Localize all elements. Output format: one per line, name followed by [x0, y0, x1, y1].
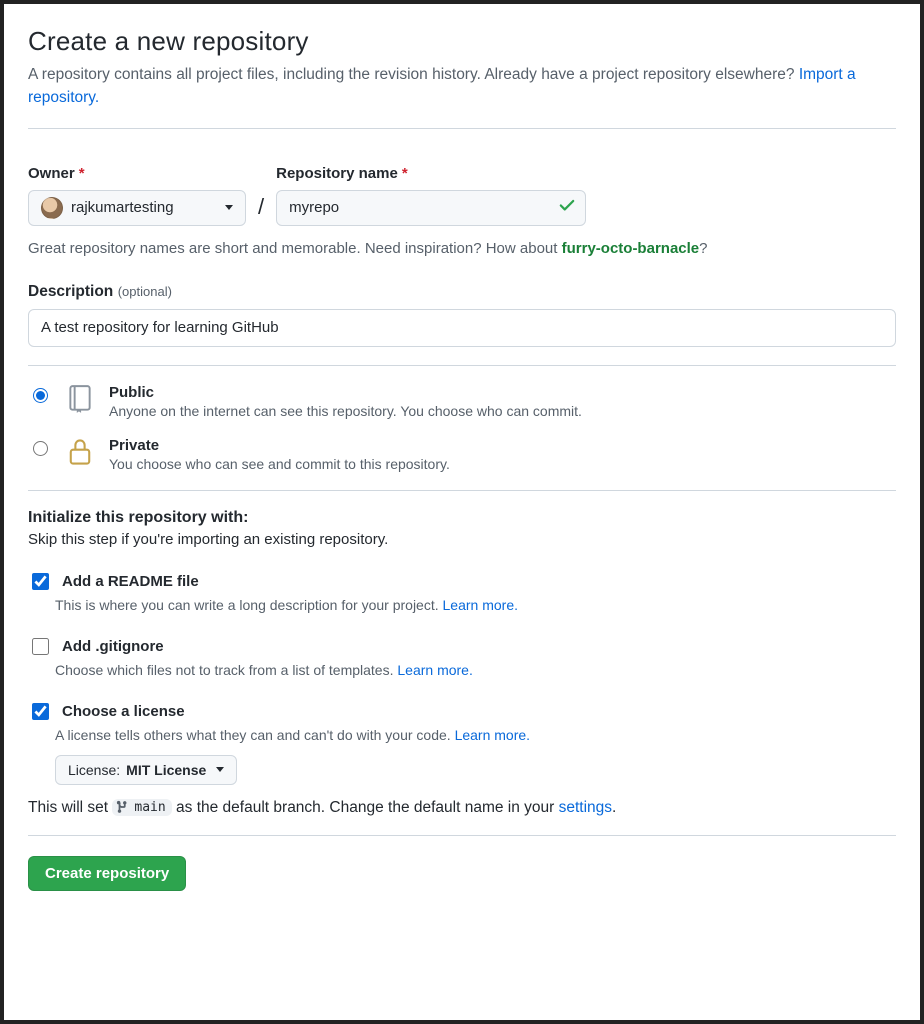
visibility-private-desc: You choose who can see and commit to thi…: [109, 456, 450, 472]
gitignore-learn-more-link[interactable]: Learn more.: [397, 662, 472, 678]
page-title: Create a new repository: [28, 26, 896, 57]
owner-value: rajkumartesting: [71, 199, 174, 216]
chevron-down-icon: [216, 767, 224, 772]
page-subtitle: A repository contains all project files,…: [28, 63, 896, 110]
chevron-down-icon: [225, 205, 233, 210]
slash-separator: /: [256, 194, 266, 226]
create-repository-button[interactable]: Create repository: [28, 856, 186, 891]
required-asterisk: *: [402, 165, 408, 182]
visibility-public-radio[interactable]: [33, 388, 48, 403]
divider: [28, 128, 896, 129]
add-gitignore-checkbox[interactable]: [32, 638, 49, 655]
description-label: Description (optional): [28, 283, 896, 301]
name-suggestion[interactable]: furry-octo-barnacle: [562, 240, 700, 257]
owner-select[interactable]: rajkumartesting: [28, 190, 246, 226]
visibility-public-title: Public: [109, 384, 582, 401]
add-readme-label: Add a README file: [62, 573, 199, 590]
readme-learn-more-link[interactable]: Learn more.: [443, 597, 518, 613]
owner-label: Owner*: [28, 165, 246, 182]
avatar: [41, 197, 63, 219]
add-gitignore-label: Add .gitignore: [62, 638, 164, 655]
default-branch-note: This will set main as the default branch…: [28, 799, 896, 817]
add-readme-desc: This is where you can write a long descr…: [55, 597, 896, 613]
subtitle-text: A repository contains all project files,…: [28, 66, 799, 83]
visibility-public-desc: Anyone on the internet can see this repo…: [109, 403, 582, 419]
repo-icon: [65, 384, 95, 414]
license-prefix: License:: [68, 762, 120, 778]
choose-license-checkbox[interactable]: [32, 703, 49, 720]
required-asterisk: *: [79, 165, 85, 182]
license-value: MIT License: [126, 762, 206, 778]
lock-icon: [65, 437, 95, 467]
repo-name-label: Repository name*: [276, 165, 586, 182]
add-gitignore-desc: Choose which files not to track from a l…: [55, 662, 896, 678]
initialize-title: Initialize this repository with:: [28, 509, 896, 527]
choose-license-label: Choose a license: [62, 703, 185, 720]
visibility-private-radio[interactable]: [33, 441, 48, 456]
license-learn-more-link[interactable]: Learn more.: [455, 727, 530, 743]
license-select[interactable]: License: MIT License: [55, 755, 237, 785]
divider: [28, 490, 896, 491]
add-readme-checkbox[interactable]: [32, 573, 49, 590]
divider: [28, 835, 896, 836]
initialize-subtitle: Skip this step if you're importing an ex…: [28, 531, 896, 548]
divider: [28, 365, 896, 366]
check-icon: [558, 196, 576, 219]
git-branch-icon: [116, 800, 130, 814]
visibility-private-title: Private: [109, 437, 450, 454]
settings-link[interactable]: settings: [559, 799, 612, 816]
choose-license-desc: A license tells others what they can and…: [55, 727, 896, 743]
name-hint: Great repository names are short and mem…: [28, 240, 896, 257]
branch-badge: main: [112, 799, 171, 816]
description-input[interactable]: [28, 309, 896, 347]
repo-name-input[interactable]: [276, 190, 586, 226]
